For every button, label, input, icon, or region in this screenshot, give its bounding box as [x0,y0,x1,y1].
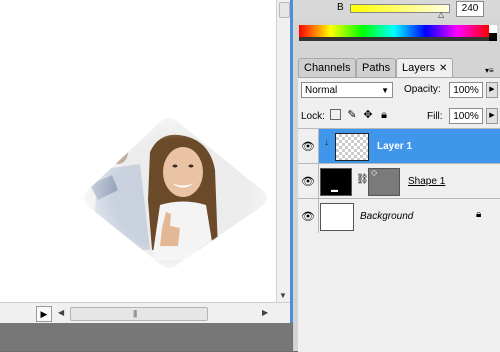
tab-channels[interactable]: Channels [298,58,357,77]
visibility-toggle[interactable]: 👁︎ [298,164,319,198]
status-menu-arrow-icon[interactable]: ▶ [36,306,52,322]
slider-marker-icon[interactable]: △ [438,10,444,19]
vector-mask-thumbnail: ◇ [368,168,400,196]
lock-label: Lock: [301,111,325,122]
layer-1-thumbnail [335,133,369,161]
layer-row-background[interactable]: 👁︎ Background 🔒︎ [298,198,500,233]
vertical-scrollbar[interactable]: ▼ [276,0,291,302]
background-thumbnail [320,203,354,231]
scroll-left-arrow-icon[interactable]: ◀ [58,308,64,317]
scroll-down-arrow-icon[interactable]: ▼ [279,291,287,300]
clip-arrow-icon: ↓ [324,137,329,148]
brush-icon[interactable]: ✎ [346,109,358,121]
blue-channel-slider[interactable] [350,4,450,13]
blue-channel-value[interactable]: 240 [456,1,484,17]
tab-paths-label: Paths [362,62,391,74]
visibility-toggle[interactable]: 👁︎ [298,199,319,233]
panel-menu-icon[interactable]: ▾≡ [485,66,494,75]
color-panel: B △ 240 [293,0,500,20]
fill-label: Fill: [427,111,443,122]
tab-layers-label: Layers [402,62,436,74]
document-status-bar: ▶ ◀ ||| ▶ [0,302,292,324]
tab-paths[interactable]: Paths [356,58,397,77]
blend-mode-value: Normal [305,85,338,96]
transparency-lock-icon[interactable] [330,109,341,120]
blue-channel-label: B [337,2,344,13]
blend-mode-select[interactable]: Normal ▼ [301,82,393,98]
layers-panel: Normal ▼ Opacity: 100% ▶ Lock: ✎ ✥ 🔒︎ Fil… [298,77,500,352]
shape-layer-thumbnail: ▬ [320,168,352,196]
background-lock-icon: 🔒︎ [476,209,482,220]
masked-photo [84,118,267,268]
tab-channels-label: Channels [304,62,351,74]
color-ramp-dark-strip[interactable] [299,37,489,41]
layer-name[interactable]: Background [360,211,413,222]
shape-indicator-icon: ▬ [331,187,338,194]
chevron-down-icon: ▼ [381,86,389,95]
eye-icon: 👁︎ [301,176,315,188]
vertical-scroll-thumb[interactable] [279,2,290,18]
opacity-label: Opacity: [404,84,441,95]
tab-layers[interactable]: Layers ✕ [396,58,454,78]
horizontal-scroll-thumb[interactable]: ||| [70,307,208,321]
lock-icon[interactable]: 🔒︎ [378,109,390,121]
workspace-background [0,323,292,351]
document-window: ▼ ▶ ◀ ||| ▶ [0,0,292,324]
layer-name[interactable]: Shape 1 [408,176,445,187]
fill-field[interactable]: 100% [449,108,483,124]
close-icon[interactable]: ✕ [439,63,447,74]
scroll-grip-icon: ||| [133,309,137,318]
fill-slider-arrow-icon[interactable]: ▶ [486,108,498,124]
layer-row-layer-1[interactable]: 👁︎ ↓ Layer 1 [298,128,500,163]
move-icon[interactable]: ✥ [362,109,374,121]
scroll-right-arrow-icon[interactable]: ▶ [262,308,268,317]
eye-icon: 👁︎ [301,211,315,223]
canvas-artwork [84,118,267,268]
layer-row-shape-1[interactable]: 👁︎ ▬ ⛓ ◇ Shape 1 [298,163,500,198]
opacity-field[interactable]: 100% [449,82,483,98]
right-panel-dock: B △ 240 Channels Paths Layers ✕ ▾≡ Normal… [293,0,500,352]
layers-panel-tabs: Channels Paths Layers ✕ [298,58,500,78]
vector-mask-icon: ◇ [371,168,378,177]
black-white-swatch[interactable] [489,25,497,41]
color-spectrum-ramp[interactable] [299,25,489,37]
layer-name[interactable]: Layer 1 [377,141,412,152]
eye-icon: 👁︎ [301,141,315,153]
opacity-slider-arrow-icon[interactable]: ▶ [486,82,498,98]
visibility-toggle[interactable]: 👁︎ [298,129,319,163]
document-canvas[interactable] [0,0,276,302]
link-icon[interactable]: ⛓ [356,174,369,185]
